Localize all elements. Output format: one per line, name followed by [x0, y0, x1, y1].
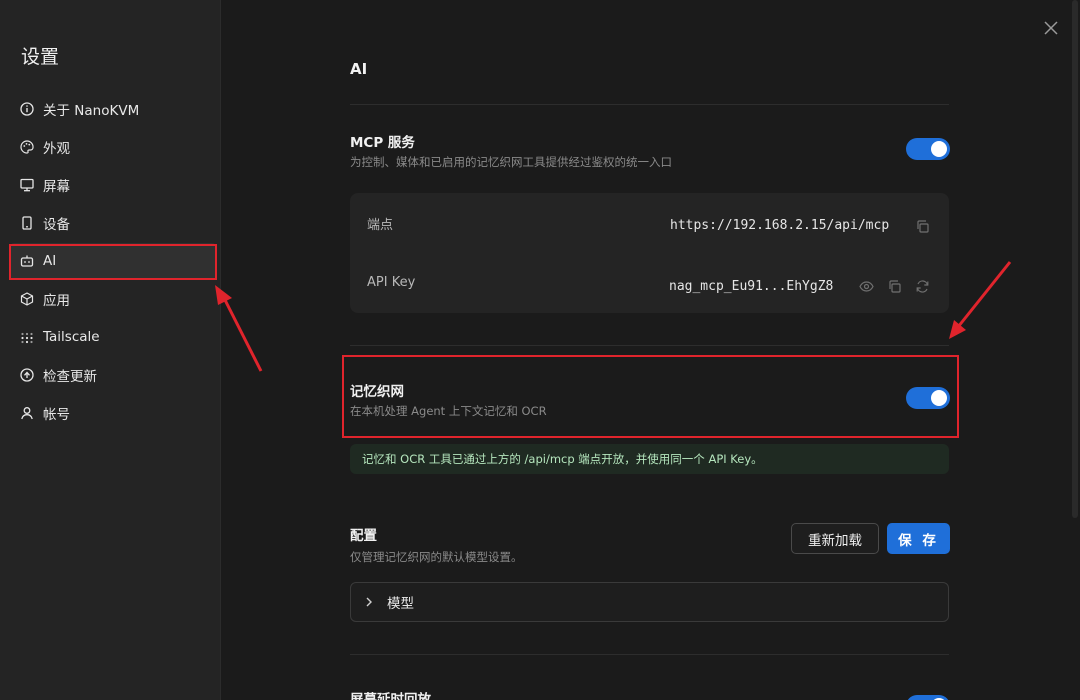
endpoint-label: 端点 — [367, 218, 394, 233]
monitor-icon — [20, 178, 34, 192]
annotation-highlight-box — [342, 355, 959, 438]
mcp-service-title: MCP 服务 — [350, 135, 415, 151]
sidebar-item-about[interactable]: 关于 NanoKVM — [10, 91, 216, 127]
mcp-service-description: 为控制、媒体和已启用的记忆织网工具提供经过鉴权的统一入口 — [350, 155, 672, 169]
sidebar-item-label: 检查更新 — [43, 369, 97, 385]
sidebar-title: 设置 — [21, 46, 60, 68]
tailscale-icon — [20, 330, 34, 344]
endpoint-value: https://192.168.2.15/api/mcp — [670, 218, 890, 233]
settings-sidebar: 设置 关于 NanoKVM 外观 屏幕 设备 AI 应用 Tailscale 检… — [0, 0, 221, 700]
sidebar-item-device[interactable]: 设备 — [10, 205, 216, 241]
copy-endpoint-button[interactable] — [915, 219, 930, 234]
memory-info-banner: 记忆和 OCR 工具已通过上方的 /api/mcp 端点开放，并使用同一个 AP… — [350, 444, 949, 474]
save-button[interactable]: 保 存 — [887, 523, 950, 554]
divider — [350, 345, 949, 346]
mcp-service-toggle[interactable] — [906, 138, 950, 160]
divider — [350, 654, 949, 655]
sidebar-item-apps[interactable]: 应用 — [10, 281, 216, 317]
config-title: 配置 — [350, 528, 377, 544]
sidebar-item-account[interactable]: 帐号 — [10, 395, 216, 431]
user-icon — [20, 406, 34, 420]
arrow-icon — [215, 285, 263, 372]
close-button[interactable] — [1042, 19, 1060, 37]
sidebar-item-screen[interactable]: 屏幕 — [10, 167, 216, 203]
sidebar-item-update[interactable]: 检查更新 — [10, 357, 216, 393]
chevron-right-icon — [363, 596, 375, 608]
sidebar-item-label: 设备 — [43, 217, 70, 233]
copy-apikey-button[interactable] — [887, 279, 902, 294]
package-icon — [20, 292, 34, 306]
next-section-title: 屏幕延时回放 — [350, 692, 431, 700]
scrollbar-thumb[interactable] — [1072, 0, 1078, 518]
sidebar-item-tailscale[interactable]: Tailscale — [10, 319, 216, 355]
config-description: 仅管理记忆织网的默认模型设置。 — [350, 550, 523, 564]
reload-button[interactable]: 重新加载 — [791, 523, 879, 554]
sidebar-item-label: 屏幕 — [43, 179, 70, 195]
info-icon — [20, 102, 34, 116]
sidebar-item-appearance[interactable]: 外观 — [10, 129, 216, 165]
sidebar-item-label: 外观 — [43, 141, 70, 157]
update-icon — [20, 368, 34, 382]
model-accordion[interactable]: 模型 — [350, 582, 949, 622]
sidebar-item-label: 帐号 — [43, 407, 70, 423]
mcp-details-panel — [350, 193, 949, 313]
regenerate-apikey-button[interactable] — [915, 279, 930, 294]
apikey-value: nag_mcp_Eu91...EhYgZ8 — [669, 279, 834, 294]
copy-icon — [917, 220, 929, 233]
next-section-toggle[interactable] — [906, 695, 950, 700]
device-icon — [20, 216, 34, 230]
model-accordion-label: 模型 — [387, 596, 414, 612]
copy-icon — [889, 280, 901, 293]
memory-info-text: 记忆和 OCR 工具已通过上方的 /api/mcp 端点开放，并使用同一个 AP… — [362, 452, 763, 466]
arrow-icon — [949, 261, 1012, 339]
sidebar-item-label: 应用 — [43, 293, 70, 309]
apikey-label: API Key — [367, 275, 416, 290]
show-apikey-button[interactable] — [859, 279, 874, 294]
annotation-highlight-box — [9, 244, 217, 280]
palette-icon — [20, 140, 34, 154]
close-icon — [1044, 21, 1058, 35]
sidebar-item-label: 关于 NanoKVM — [43, 103, 140, 119]
divider — [350, 104, 949, 105]
eye-icon — [859, 281, 874, 292]
refresh-icon — [916, 280, 929, 293]
sidebar-item-label: Tailscale — [43, 329, 100, 345]
page-title: AI — [350, 60, 368, 78]
